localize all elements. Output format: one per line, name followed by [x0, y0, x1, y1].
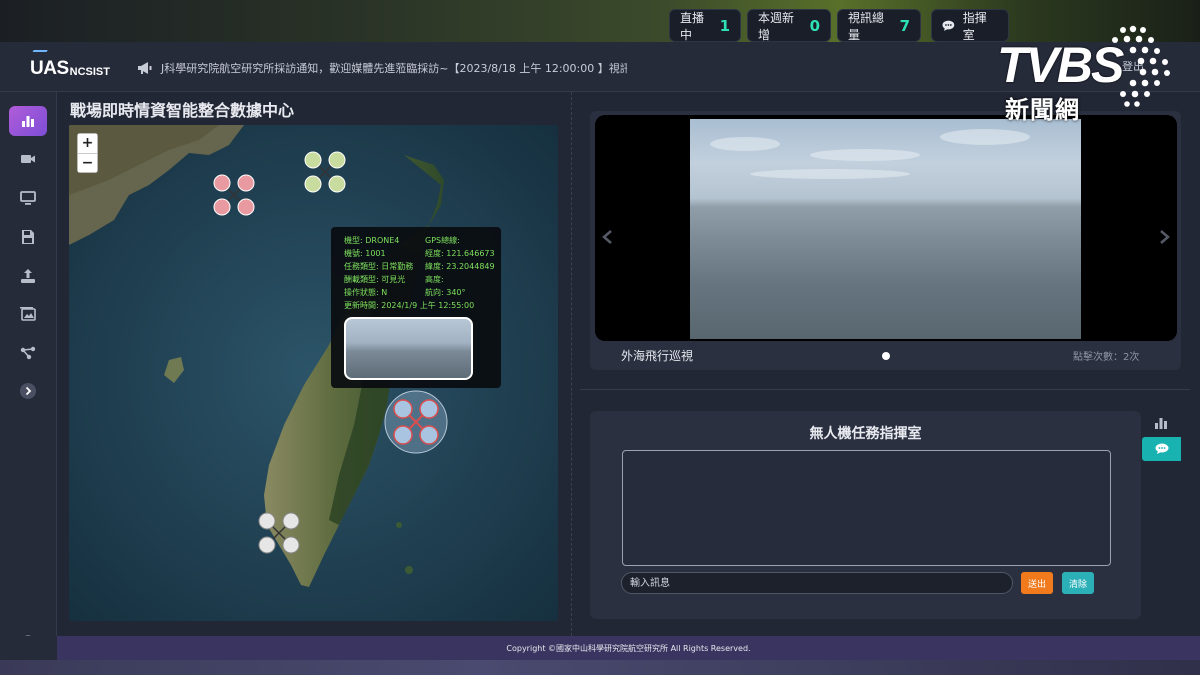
live-stat-value: 1 [719, 16, 730, 35]
command-room-label: 指揮室 [962, 10, 987, 42]
monitor-icon [20, 191, 36, 205]
chat-log[interactable] [622, 450, 1111, 566]
drone-marker-pink[interactable] [212, 173, 256, 217]
gallery-icon [20, 307, 36, 321]
next-slide-icon[interactable] [1159, 230, 1171, 244]
announcement-ticker: J科學研究院航空研究所採訪通知，歡迎媒體先進蒞臨採訪~【2023/8/18 上午… [137, 59, 627, 77]
network-icon [20, 346, 36, 360]
megaphone-icon [138, 62, 152, 74]
sidebar-item-upload[interactable] [9, 261, 47, 291]
watermark-dots-icon [1112, 25, 1170, 107]
sidebar-item-monitor[interactable] [9, 183, 47, 213]
popup-drone-name: 機型: DRONE4 [344, 236, 400, 245]
logo-subtext: NCSIST [69, 66, 110, 78]
footer-sidebar-cap [0, 636, 57, 660]
popup-task-type: 任務類型: 日常勤務 [344, 262, 414, 271]
stats-tab-icon[interactable] [1152, 414, 1170, 432]
prev-slide-icon[interactable] [601, 230, 613, 244]
popup-status: 操作狀態: N [344, 288, 388, 297]
map-zoom-control: + − [77, 133, 98, 173]
popup-gps-label: GPS總線: [425, 236, 460, 245]
drone-marker-green[interactable] [303, 150, 347, 194]
total-stat-label: 視訊總量 [848, 10, 885, 42]
week-stat-button[interactable]: 本週新增 0 [747, 9, 831, 42]
sidebar-expand-button[interactable] [9, 376, 47, 406]
total-stat-button[interactable]: 視訊總量 7 [837, 9, 921, 42]
video-frame-sea [690, 119, 1081, 339]
section-divider [580, 389, 1190, 390]
popup-video-thumbnail[interactable] [344, 317, 473, 380]
send-button[interactable]: 送出 [1021, 572, 1053, 594]
drone-marker-white[interactable] [257, 511, 301, 555]
chart-icon [22, 116, 34, 127]
announcement-text: J科學研究院航空研究所採訪通知，歡迎媒體先進蒞臨採訪~【2023/8/18 上午… [161, 62, 627, 75]
week-stat-label: 本週新增 [758, 10, 795, 42]
command-room-title: 無人機任務指揮室 [809, 426, 922, 442]
page-title: 戰場即時情資智能整合數據中心 [70, 101, 295, 120]
copyright-text: Copyright ©國家中山科學研究院航空研究所 All Rights Res… [506, 643, 751, 653]
chat-tab-icon [1155, 443, 1168, 454]
sidebar [0, 92, 57, 660]
sidebar-item-video[interactable] [9, 144, 47, 174]
sidebar-item-network[interactable] [9, 338, 47, 368]
popup-updated-time: 更新時間: 2024/1/9 上午 12:55:00 [344, 301, 475, 310]
popup-latitude: 緯度: 23.2044849 [425, 262, 495, 271]
popup-drone-id: 機號: 1001 [344, 249, 386, 258]
tvbs-watermark: TVBS 新聞網 [995, 22, 1180, 124]
popup-heading: 航向: 340° [425, 288, 466, 297]
zoom-in-button[interactable]: + [78, 134, 97, 153]
chat-tab-button[interactable] [1142, 437, 1181, 461]
zoom-out-button[interactable]: − [78, 153, 97, 172]
app-logo[interactable]: UAS NCSIST [30, 50, 110, 80]
watermark-sub: 新聞網 [1005, 96, 1080, 124]
chat-bubble-icon [942, 20, 955, 31]
week-stat-value: 0 [809, 16, 820, 35]
footer: Copyright ©國家中山科學研究院航空研究所 All Rights Res… [57, 636, 1200, 660]
sidebar-item-save[interactable] [9, 222, 47, 252]
message-input[interactable] [621, 572, 1013, 594]
expand-icon [20, 383, 36, 399]
total-stat-value: 7 [899, 16, 910, 35]
drone-marker-selected[interactable] [383, 389, 449, 455]
view-count: 點擊次數：2次 [1073, 352, 1140, 363]
drone-info-popup: 機型: DRONE4 機號: 1001 任務類型: 日常勤務 酬載類型: 可見光… [331, 227, 501, 388]
logo-wing-icon [30, 50, 48, 56]
upload-icon [21, 269, 35, 283]
popup-longitude: 經度: 121.646673 [425, 249, 495, 258]
live-stat-button[interactable]: 直播中 1 [669, 9, 741, 42]
column-divider [571, 92, 572, 636]
save-icon [22, 230, 34, 244]
sidebar-item-gallery[interactable] [9, 299, 47, 329]
popup-sensor-type: 酬載類型: 可見光 [344, 275, 406, 284]
sidebar-item-dashboard[interactable] [9, 106, 47, 136]
popup-altitude: 高度: [425, 275, 444, 284]
live-stat-label: 直播中 [680, 10, 705, 42]
background-blur-bottom [0, 660, 1200, 675]
video-icon [21, 155, 35, 163]
logo-text: UAS [30, 58, 69, 79]
clear-button[interactable]: 清除 [1062, 572, 1094, 594]
slide-indicator-dot[interactable] [882, 352, 890, 360]
video-caption: 外海飛行巡視 [621, 349, 694, 363]
